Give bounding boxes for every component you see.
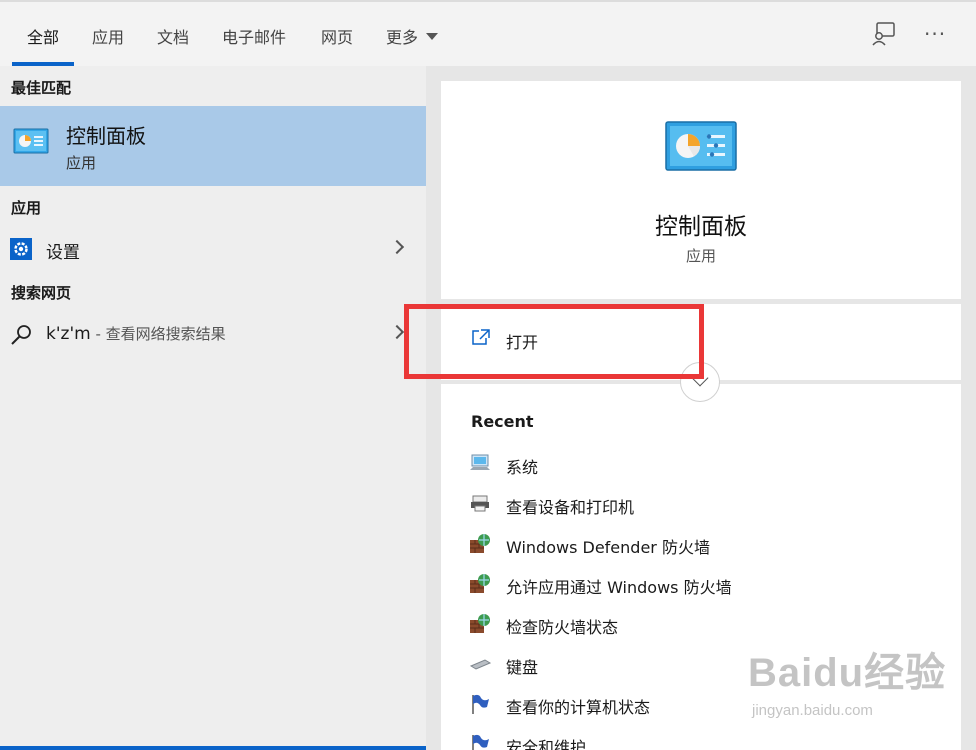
preview-title: 控制面板 — [655, 214, 747, 240]
recent-heading: Recent — [471, 412, 534, 431]
recent-item-label: 键盘 — [506, 658, 539, 677]
tab-web[interactable]: 网页 — [321, 24, 353, 48]
best-match-item[interactable]: 控制面板 应用 — [0, 106, 426, 186]
web-search-result[interactable]: k'z'm - 查看网络搜索结果 — [0, 314, 426, 354]
web-search-heading: 搜索网页 — [11, 284, 72, 302]
search-box-accent — [0, 746, 426, 750]
watermark-logo-text: Baidu经验 — [748, 651, 947, 695]
app-result-label: 设置 — [46, 243, 80, 263]
preview-header-card: 控制面板 应用 — [441, 81, 961, 299]
recent-item-label: 检查防火墙状态 — [506, 618, 619, 637]
apps-heading: 应用 — [11, 199, 42, 217]
search-tab-bar: 全部 应用 文档 电子邮件 网页 更多 ··· — [0, 0, 976, 66]
recent-item-firewall-status[interactable]: 检查防火墙状态 — [469, 608, 949, 640]
search-icon — [11, 325, 31, 345]
chevron-right-icon[interactable] — [389, 324, 405, 340]
tab-more[interactable]: 更多 — [386, 24, 439, 48]
printer-icon — [471, 495, 489, 512]
firewall-icon — [470, 614, 490, 633]
web-search-query: k'z'm — [46, 324, 91, 344]
recent-item-label: 查看设备和打印机 — [506, 498, 635, 517]
recent-item-label: 系统 — [506, 458, 539, 477]
web-search-suffix: - 查看网络搜索结果 — [90, 325, 226, 343]
watermark-url: jingyan.baidu.com — [752, 702, 873, 719]
system-icon — [470, 454, 490, 470]
watermark: Baidu经验 jingyan.baidu.com — [748, 640, 974, 730]
gear-icon — [10, 238, 32, 260]
best-match-title: 控制面板 — [66, 124, 146, 148]
ellipsis-icon[interactable]: ··· — [924, 22, 946, 46]
recent-item-label: 安全和维护 — [506, 738, 587, 750]
best-match-subtitle: 应用 — [66, 154, 97, 172]
preview-subtitle: 应用 — [685, 247, 716, 265]
tab-apps[interactable]: 应用 — [92, 24, 124, 48]
recent-item-devices-printers[interactable]: 查看设备和打印机 — [469, 488, 949, 520]
web-search-label: k'z'm - 查看网络搜索结果 — [46, 323, 226, 344]
flag-icon — [472, 694, 489, 714]
highlight-box — [404, 304, 704, 379]
recent-item-label: Windows Defender 防火墙 — [506, 538, 710, 557]
firewall-icon — [470, 574, 490, 593]
control-panel-icon — [665, 121, 737, 171]
firewall-icon — [470, 534, 490, 553]
tab-email[interactable]: 电子邮件 — [222, 24, 286, 48]
tab-all[interactable]: 全部 — [27, 24, 59, 48]
recent-item-allow-app-firewall[interactable]: 允许应用通过 Windows 防火墙 — [469, 568, 949, 600]
tab-more-label: 更多 — [386, 28, 419, 47]
keyboard-icon — [469, 659, 491, 670]
recent-item-label: 查看你的计算机状态 — [506, 698, 651, 717]
chevron-right-icon[interactable] — [389, 239, 405, 255]
recent-item-security-maintenance[interactable]: 安全和维护 — [469, 728, 949, 750]
recent-item-system[interactable]: 系统 — [469, 448, 949, 480]
caret-down-icon — [426, 33, 439, 40]
flag-icon — [472, 734, 489, 750]
results-panel: 最佳匹配 控制面板 应用 应用 设置 搜索网页 k'z'm - 查看网络搜索结果 — [0, 66, 426, 750]
feedback-icon[interactable] — [870, 21, 896, 47]
tab-documents[interactable]: 文档 — [157, 24, 189, 48]
recent-item-label: 允许应用通过 Windows 防火墙 — [506, 578, 732, 597]
control-panel-icon — [13, 128, 49, 154]
app-result-settings[interactable]: 设置 — [0, 229, 426, 269]
recent-item-firewall[interactable]: Windows Defender 防火墙 — [469, 528, 949, 560]
best-match-heading: 最佳匹配 — [11, 79, 72, 97]
